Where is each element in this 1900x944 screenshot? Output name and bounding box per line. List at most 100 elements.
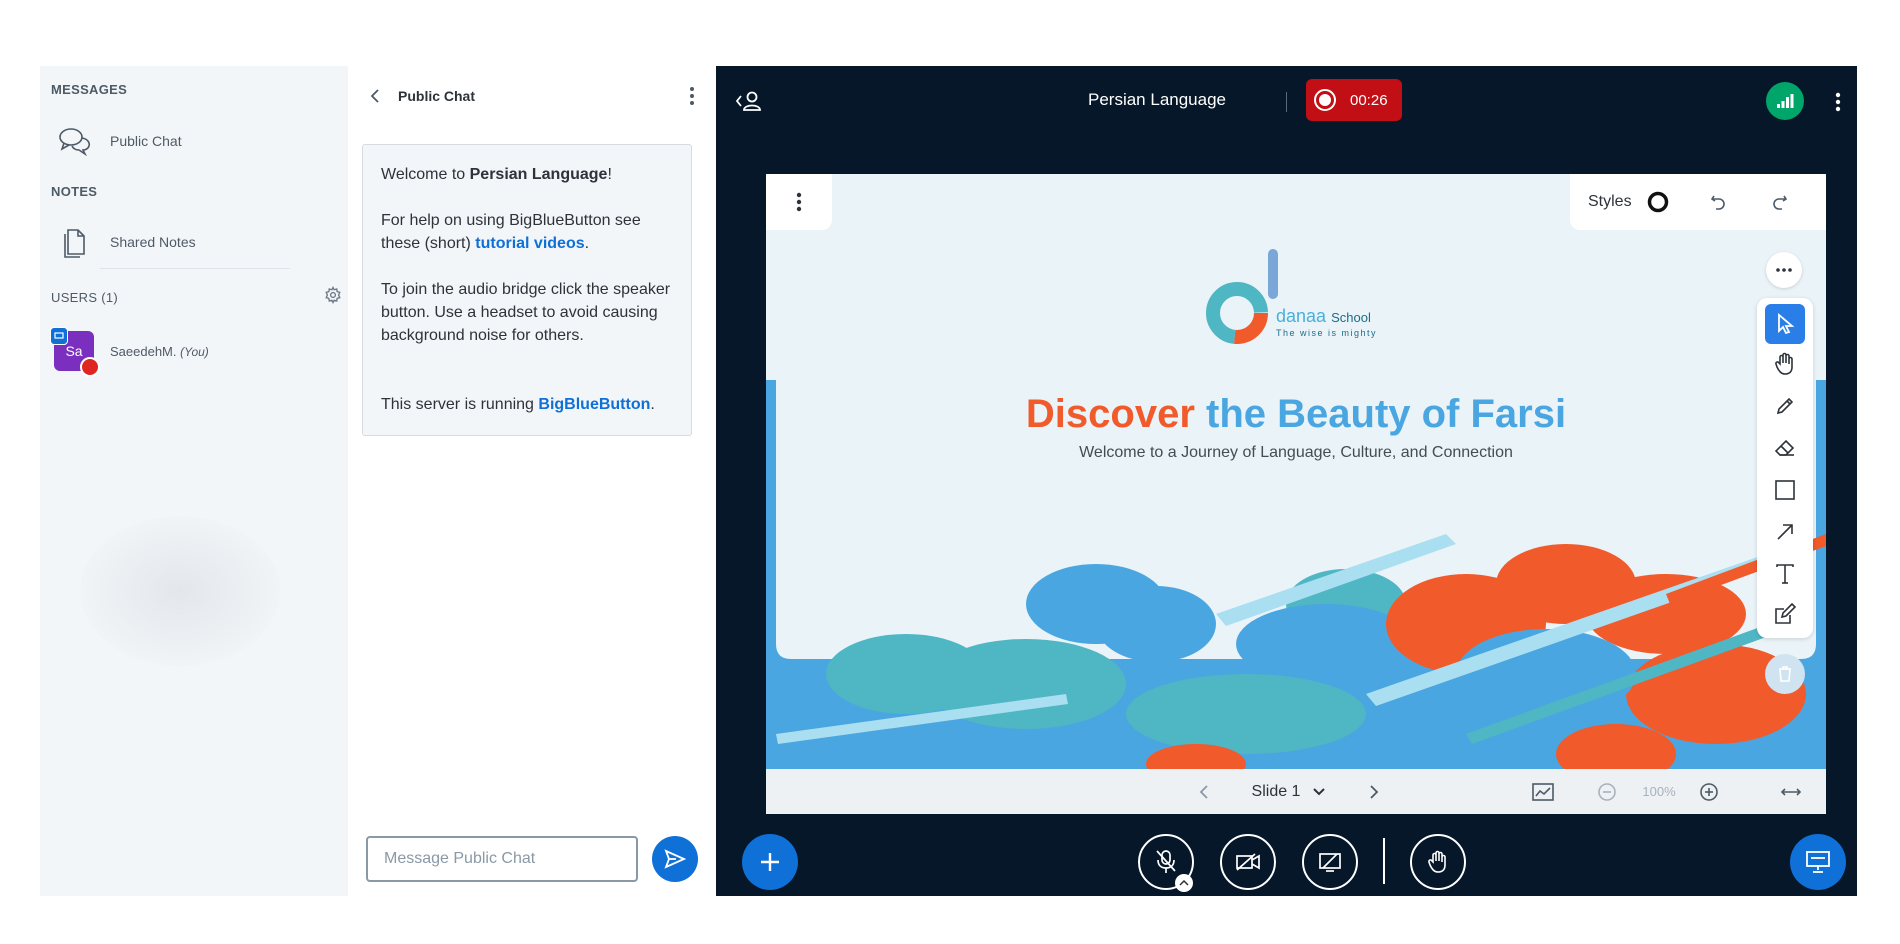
slide-snapshot-icon xyxy=(1532,782,1554,801)
text-tool-button[interactable] xyxy=(1765,554,1805,594)
zoom-out-button[interactable] xyxy=(1592,769,1622,814)
more-options-icon xyxy=(796,192,802,212)
slide-selector[interactable]: Slide 1 xyxy=(1234,769,1344,814)
chat-bubbles-icon xyxy=(50,120,100,162)
zoom-level[interactable]: 100% xyxy=(1634,769,1684,814)
text-icon xyxy=(1776,564,1794,584)
zoom-in-button[interactable] xyxy=(1694,769,1724,814)
gear-icon[interactable] xyxy=(322,284,344,306)
sidebar-item-public-chat[interactable]: Public Chat xyxy=(50,120,320,162)
user-list-item[interactable]: Sa SaeedehM. (You) xyxy=(50,326,334,377)
logo-school: School xyxy=(1331,310,1371,325)
notes-section-title: NOTES xyxy=(51,184,98,199)
message-input[interactable] xyxy=(366,836,638,882)
presentation-area[interactable]: danaa School The wise is mighty Discover… xyxy=(766,174,1826,814)
next-slide-button[interactable] xyxy=(1360,769,1388,814)
fit-width-button[interactable] xyxy=(1774,769,1808,814)
chevron-up-icon xyxy=(1179,880,1189,886)
avatar: Sa xyxy=(50,327,100,377)
sidebar-item-label: Shared Notes xyxy=(110,234,196,250)
ellipsis-icon xyxy=(1776,268,1792,272)
arrow-tool-button[interactable] xyxy=(1765,512,1805,552)
slide-number: Slide 1 xyxy=(1251,782,1301,800)
logo-text: danaa School xyxy=(1276,306,1371,327)
camera-off-icon xyxy=(1236,853,1260,871)
logo-brand: danaa xyxy=(1276,306,1327,326)
pencil-tool-button[interactable] xyxy=(1765,386,1805,426)
select-tool-button[interactable] xyxy=(1765,304,1805,344)
tutorial-videos-link[interactable]: tutorial videos xyxy=(475,235,584,252)
meeting-title: Persian Language xyxy=(1088,90,1227,109)
user-name-text: SaeedehM. xyxy=(110,343,177,359)
fit-width-icon xyxy=(1780,787,1802,796)
undo-icon[interactable] xyxy=(1706,190,1730,214)
chevron-down-icon xyxy=(1313,787,1326,795)
sticky-note-icon xyxy=(1775,603,1796,624)
rectangle-tool-button[interactable] xyxy=(1765,470,1805,510)
raise-hand-button[interactable] xyxy=(1410,834,1466,890)
presentation-toolbar: Slide 1 100% xyxy=(766,769,1826,814)
messages-section-title: MESSAGES xyxy=(51,82,128,97)
actions-button[interactable] xyxy=(742,834,798,890)
more-options-icon[interactable] xyxy=(680,84,704,108)
help-text: For help on using BigBlueButton see thes… xyxy=(381,209,681,255)
pointer-icon xyxy=(1778,313,1795,335)
slide[interactable]: danaa School The wise is mighty Discover… xyxy=(766,174,1826,769)
recording-indicator[interactable]: 00:26 xyxy=(1306,79,1402,121)
snapshot-button[interactable] xyxy=(1526,769,1560,814)
document-icon xyxy=(50,221,100,263)
user-list-toggle-icon[interactable] xyxy=(734,88,766,114)
bigbluebutton-link[interactable]: BigBlueButton xyxy=(538,396,650,413)
divider xyxy=(1383,838,1385,884)
chat-panel: Public Chat Welcome to Persian Language!… xyxy=(348,66,716,896)
chevron-left-icon[interactable] xyxy=(362,83,388,109)
zoom-value: 100% xyxy=(1642,784,1676,799)
chevron-left-icon xyxy=(1199,784,1208,799)
help-text-end: . xyxy=(584,235,590,252)
screenshare-button[interactable] xyxy=(1302,834,1358,890)
redo-icon[interactable] xyxy=(1768,190,1792,214)
note-tool-button[interactable] xyxy=(1765,594,1805,634)
avatar-initials: Sa xyxy=(65,343,83,359)
eraser-tool-button[interactable] xyxy=(1765,428,1805,468)
rectangle-icon xyxy=(1775,480,1795,500)
user-name: SaeedehM. (You) xyxy=(110,344,209,359)
delete-button[interactable] xyxy=(1765,654,1805,694)
audio-text: To join the audio bridge click the speak… xyxy=(381,281,671,344)
logo-tagline: The wise is mighty xyxy=(1276,328,1378,338)
stroke-color-icon[interactable] xyxy=(1646,190,1670,214)
microphone-off-icon xyxy=(1156,850,1176,873)
record-icon xyxy=(1314,89,1336,111)
slide-title-part2: the Beauty of Farsi xyxy=(1206,392,1567,436)
presentation-menu-button[interactable] xyxy=(766,174,832,230)
server-text: This server is running BigBlueButton. xyxy=(381,393,681,416)
more-tools-button[interactable] xyxy=(1766,252,1802,288)
muted-microphone-icon xyxy=(80,357,100,377)
chat-title[interactable]: Public Chat xyxy=(398,88,475,104)
server-text-end: . xyxy=(650,396,655,413)
divider xyxy=(1286,92,1287,112)
presentation-toggle-button[interactable] xyxy=(1790,834,1846,890)
audio-options-button[interactable] xyxy=(1175,874,1193,892)
slide-title-part1: Discover xyxy=(1025,392,1195,436)
server-text-body: This server is running xyxy=(381,396,539,413)
nav-bar: Persian Language 00:26 xyxy=(716,66,1857,136)
zoom-in-icon xyxy=(1700,782,1718,801)
options-menu-icon[interactable] xyxy=(1832,90,1844,114)
zoom-out-icon xyxy=(1598,782,1616,801)
slide-title: Discover the Beauty of Farsi xyxy=(766,392,1826,437)
presentation-icon xyxy=(1806,851,1830,873)
send-button[interactable] xyxy=(652,836,698,882)
hand-icon xyxy=(1775,352,1793,375)
sidebar-item-shared-notes[interactable]: Shared Notes xyxy=(50,221,320,263)
welcome-message: Welcome to Persian Language! For help on… xyxy=(362,144,692,436)
users-section-title: USERS (1) xyxy=(51,290,118,305)
eraser-icon xyxy=(1774,439,1795,456)
divider xyxy=(100,268,290,269)
pan-tool-button[interactable] xyxy=(1765,344,1805,384)
camera-button[interactable] xyxy=(1220,834,1276,890)
connection-status-icon[interactable] xyxy=(1766,82,1804,120)
previous-slide-button[interactable] xyxy=(1190,769,1218,814)
slide-background-art xyxy=(766,174,1826,769)
styles-button[interactable]: Styles xyxy=(1588,193,1632,211)
